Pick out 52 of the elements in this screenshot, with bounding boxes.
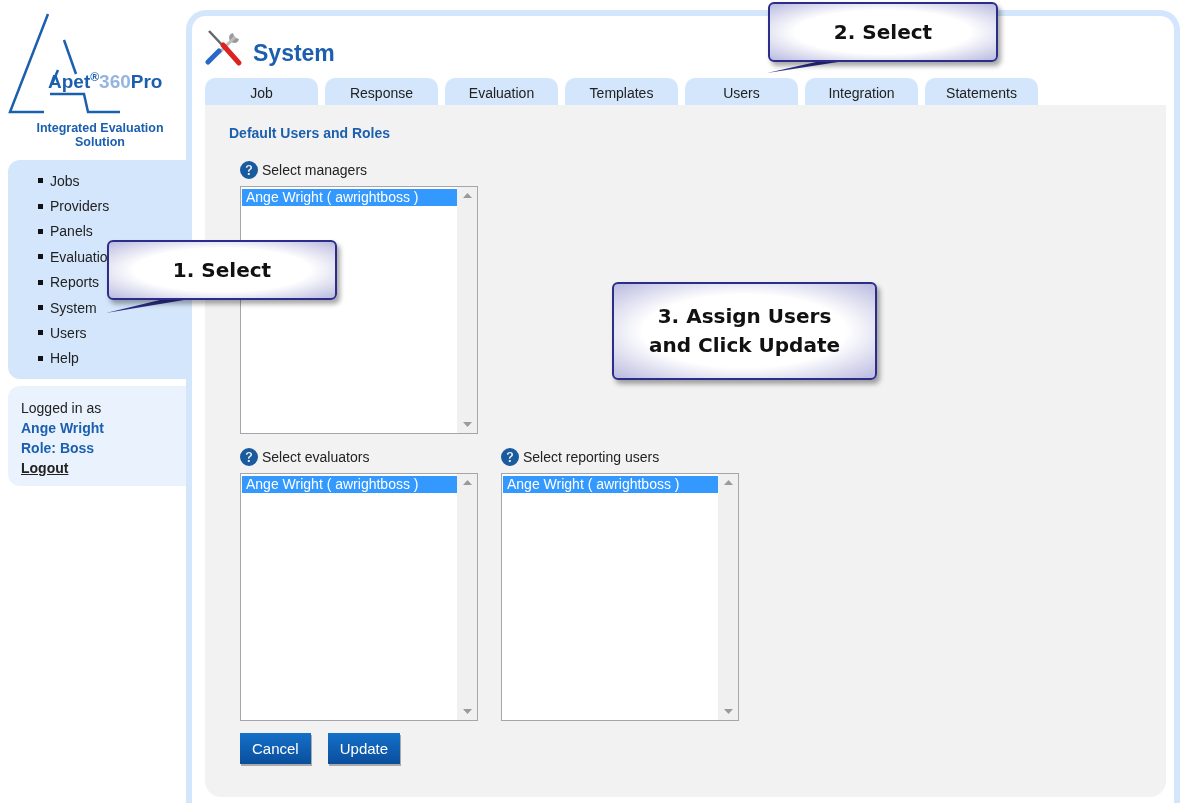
bullet-icon bbox=[38, 355, 43, 361]
scroll-up-icon[interactable] bbox=[462, 480, 472, 485]
nav-link[interactable]: Help bbox=[38, 345, 79, 371]
bullet-icon bbox=[38, 228, 43, 234]
callout-tooltip: 1. Select bbox=[107, 240, 337, 300]
field-label: Select reporting users bbox=[523, 449, 660, 465]
bullet-icon bbox=[38, 305, 43, 311]
help-icon[interactable] bbox=[240, 448, 258, 466]
nav-link[interactable]: Users bbox=[38, 320, 87, 346]
nav-link[interactable]: Providers bbox=[38, 193, 110, 219]
update-button[interactable]: Update bbox=[327, 733, 401, 764]
scrollbar[interactable] bbox=[457, 187, 477, 433]
nav-link[interactable]: Evaluatio bbox=[38, 244, 108, 270]
scroll-up-icon[interactable] bbox=[462, 193, 472, 198]
logo-tagline: Integrated Evaluation Solution bbox=[35, 121, 165, 149]
scroll-down-icon[interactable] bbox=[462, 422, 472, 427]
nav-link[interactable]: System bbox=[38, 294, 97, 321]
scrollbar[interactable] bbox=[457, 474, 477, 720]
bullet-icon bbox=[38, 254, 43, 260]
bullet-icon bbox=[38, 279, 43, 285]
nav-link[interactable]: Reports bbox=[38, 269, 100, 295]
tab[interactable]: Job bbox=[205, 78, 318, 105]
cancel-button[interactable]: Cancel bbox=[240, 733, 311, 764]
callout-tooltip: 2. Select bbox=[768, 2, 998, 62]
tab[interactable]: Users bbox=[685, 78, 798, 105]
tab[interactable]: Templates bbox=[565, 78, 678, 105]
bullet-icon bbox=[38, 178, 43, 184]
logo-text: Apet$^{®}$360Pro bbox=[48, 70, 163, 94]
tab[interactable]: Statements bbox=[925, 78, 1038, 105]
user-name: Ange Wright bbox=[21, 420, 105, 436]
nav-link[interactable]: Jobs bbox=[38, 168, 80, 194]
tab[interactable]: Response bbox=[325, 78, 438, 105]
help-icon[interactable] bbox=[240, 161, 258, 179]
scroll-up-icon[interactable] bbox=[723, 480, 733, 485]
bullet-icon bbox=[38, 330, 43, 336]
logout-link[interactable]: Logout bbox=[21, 460, 186, 476]
bullet-icon bbox=[38, 203, 43, 209]
user-role: Role: Boss bbox=[21, 440, 96, 456]
scroll-down-icon[interactable] bbox=[723, 709, 733, 714]
tab[interactable]: Evaluation bbox=[445, 78, 558, 105]
scrollbar[interactable] bbox=[718, 474, 738, 720]
field-label: Select managers bbox=[262, 162, 368, 178]
section-heading: Default Users and Roles bbox=[229, 125, 392, 141]
page-title: System bbox=[253, 39, 335, 67]
field-label: Select evaluators bbox=[262, 449, 370, 465]
help-icon[interactable] bbox=[501, 448, 519, 466]
tools-icon bbox=[205, 29, 243, 67]
scroll-down-icon[interactable] bbox=[462, 709, 472, 714]
login-caption: Logged in as bbox=[21, 400, 103, 416]
tab[interactable]: Integration bbox=[805, 78, 918, 105]
nav-link[interactable]: Panels bbox=[38, 218, 93, 245]
callout-tooltip: 3. Assign Users and Click Update bbox=[612, 282, 877, 380]
